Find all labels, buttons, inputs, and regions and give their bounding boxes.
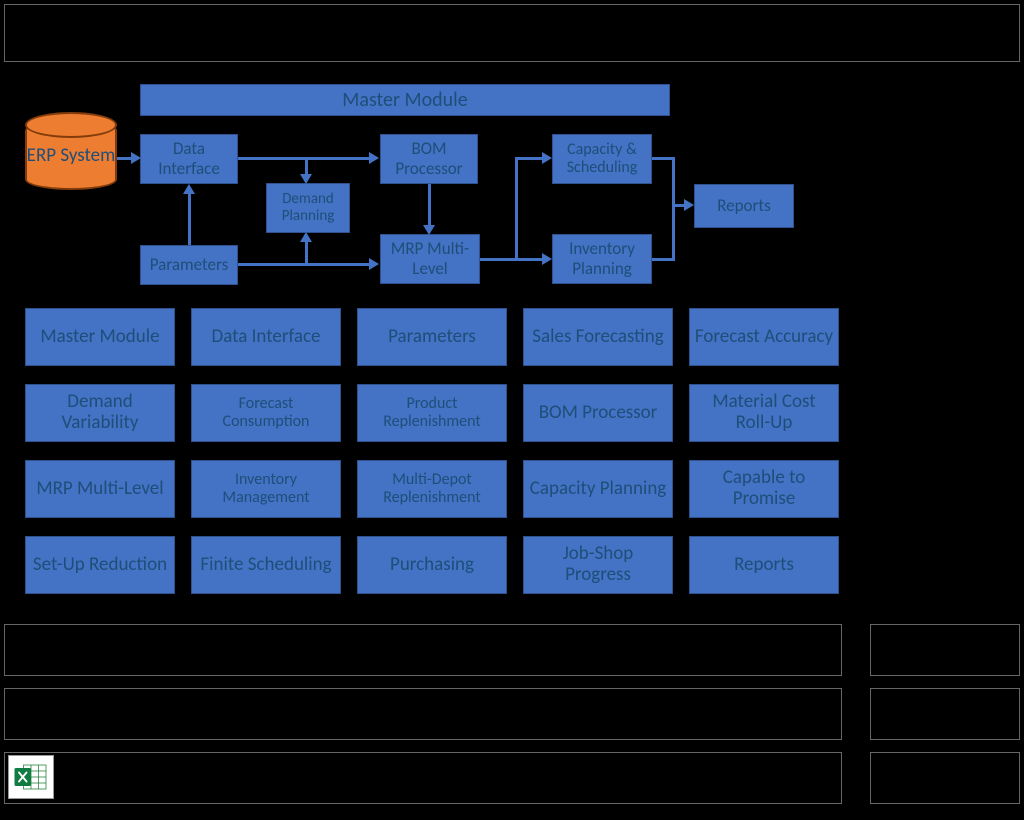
arrowhead-icon: [369, 152, 379, 164]
module-forecast-consumption: Forecast Consumption: [191, 384, 341, 442]
inventory-planning-label: Inventory Planning: [557, 239, 647, 278]
arrowhead-icon: [131, 152, 141, 164]
module-parameters: Parameters: [357, 308, 507, 366]
data-interface-node: Data Interface: [140, 134, 238, 184]
arrow: [305, 240, 308, 264]
arrowhead-icon: [542, 152, 552, 164]
bom-processor-label: BOM Processor: [385, 139, 473, 178]
arrow: [652, 157, 674, 160]
erp-system-label: ERP System: [27, 144, 116, 167]
inventory-planning-node: Inventory Planning: [552, 234, 652, 284]
arrowhead-icon: [183, 184, 195, 194]
bottom-box-right-3: [870, 752, 1020, 804]
module-product-replenishment: Product Replenishment: [357, 384, 507, 442]
bottom-box-right-2: [870, 688, 1020, 740]
module-master-module: Master Module: [25, 308, 175, 366]
bottom-box-right-1: [870, 624, 1020, 676]
demand-planning-node: Demand Planning: [266, 183, 350, 233]
arrow: [188, 192, 191, 245]
arrowhead-icon: [684, 199, 694, 211]
demand-planning-label: Demand Planning: [271, 191, 345, 226]
module-capacity-planning: Capacity Planning: [523, 460, 673, 518]
module-demand-variability: Demand Variability: [25, 384, 175, 442]
module-capable-to-promise: Capable to Promise: [689, 460, 839, 518]
module-bom-processor: BOM Processor: [523, 384, 673, 442]
parameters-label: Parameters: [150, 255, 228, 275]
arrow: [515, 157, 518, 261]
arrow: [515, 258, 543, 261]
module-sales-forecasting: Sales Forecasting: [523, 308, 673, 366]
arrow: [238, 157, 370, 160]
excel-icon: [8, 755, 54, 799]
mrp-multilevel-label: MRP Multi-Level: [385, 239, 475, 278]
data-interface-label: Data Interface: [145, 139, 233, 178]
master-module-bar: Master Module: [140, 84, 670, 116]
top-banner: [4, 4, 1020, 62]
bottom-box-left-3: [4, 752, 842, 804]
arrow: [480, 258, 515, 261]
arrow: [238, 263, 370, 266]
arrowhead-icon: [300, 232, 312, 242]
module-grid: Master Module Data Interface Parameters …: [25, 308, 840, 594]
arrow: [428, 184, 431, 226]
arrow: [672, 157, 675, 261]
parameters-node: Parameters: [140, 245, 238, 285]
erp-system-cylinder: ERP System: [25, 120, 117, 190]
arrowhead-icon: [300, 174, 312, 184]
module-setup-reduction: Set-Up Reduction: [25, 536, 175, 594]
module-job-shop-progress: Job-Shop Progress: [523, 536, 673, 594]
arrowhead-icon: [423, 225, 435, 235]
module-reports: Reports: [689, 536, 839, 594]
arrowhead-icon: [369, 258, 379, 270]
arrowhead-icon: [542, 253, 552, 265]
module-material-cost-rollup: Material Cost Roll-Up: [689, 384, 839, 442]
reports-node: Reports: [694, 184, 794, 228]
capacity-scheduling-node: Capacity & Scheduling: [552, 134, 652, 184]
bottom-box-left-2: [4, 688, 842, 740]
module-data-interface: Data Interface: [191, 308, 341, 366]
mrp-multilevel-node: MRP Multi-Level: [380, 234, 480, 284]
master-module-label: Master Module: [342, 89, 467, 112]
module-multi-depot-replenishment: Multi-Depot Replenishment: [357, 460, 507, 518]
module-finite-scheduling: Finite Scheduling: [191, 536, 341, 594]
module-inventory-management: Inventory Management: [191, 460, 341, 518]
arrow: [515, 157, 543, 160]
module-forecast-accuracy: Forecast Accuracy: [689, 308, 839, 366]
module-purchasing: Purchasing: [357, 536, 507, 594]
module-mrp-multi-level: MRP Multi-Level: [25, 460, 175, 518]
reports-label: Reports: [717, 196, 771, 216]
bom-processor-node: BOM Processor: [380, 134, 478, 184]
arrow: [652, 258, 674, 261]
capacity-scheduling-label: Capacity & Scheduling: [557, 141, 647, 178]
bottom-box-left-1: [4, 624, 842, 676]
